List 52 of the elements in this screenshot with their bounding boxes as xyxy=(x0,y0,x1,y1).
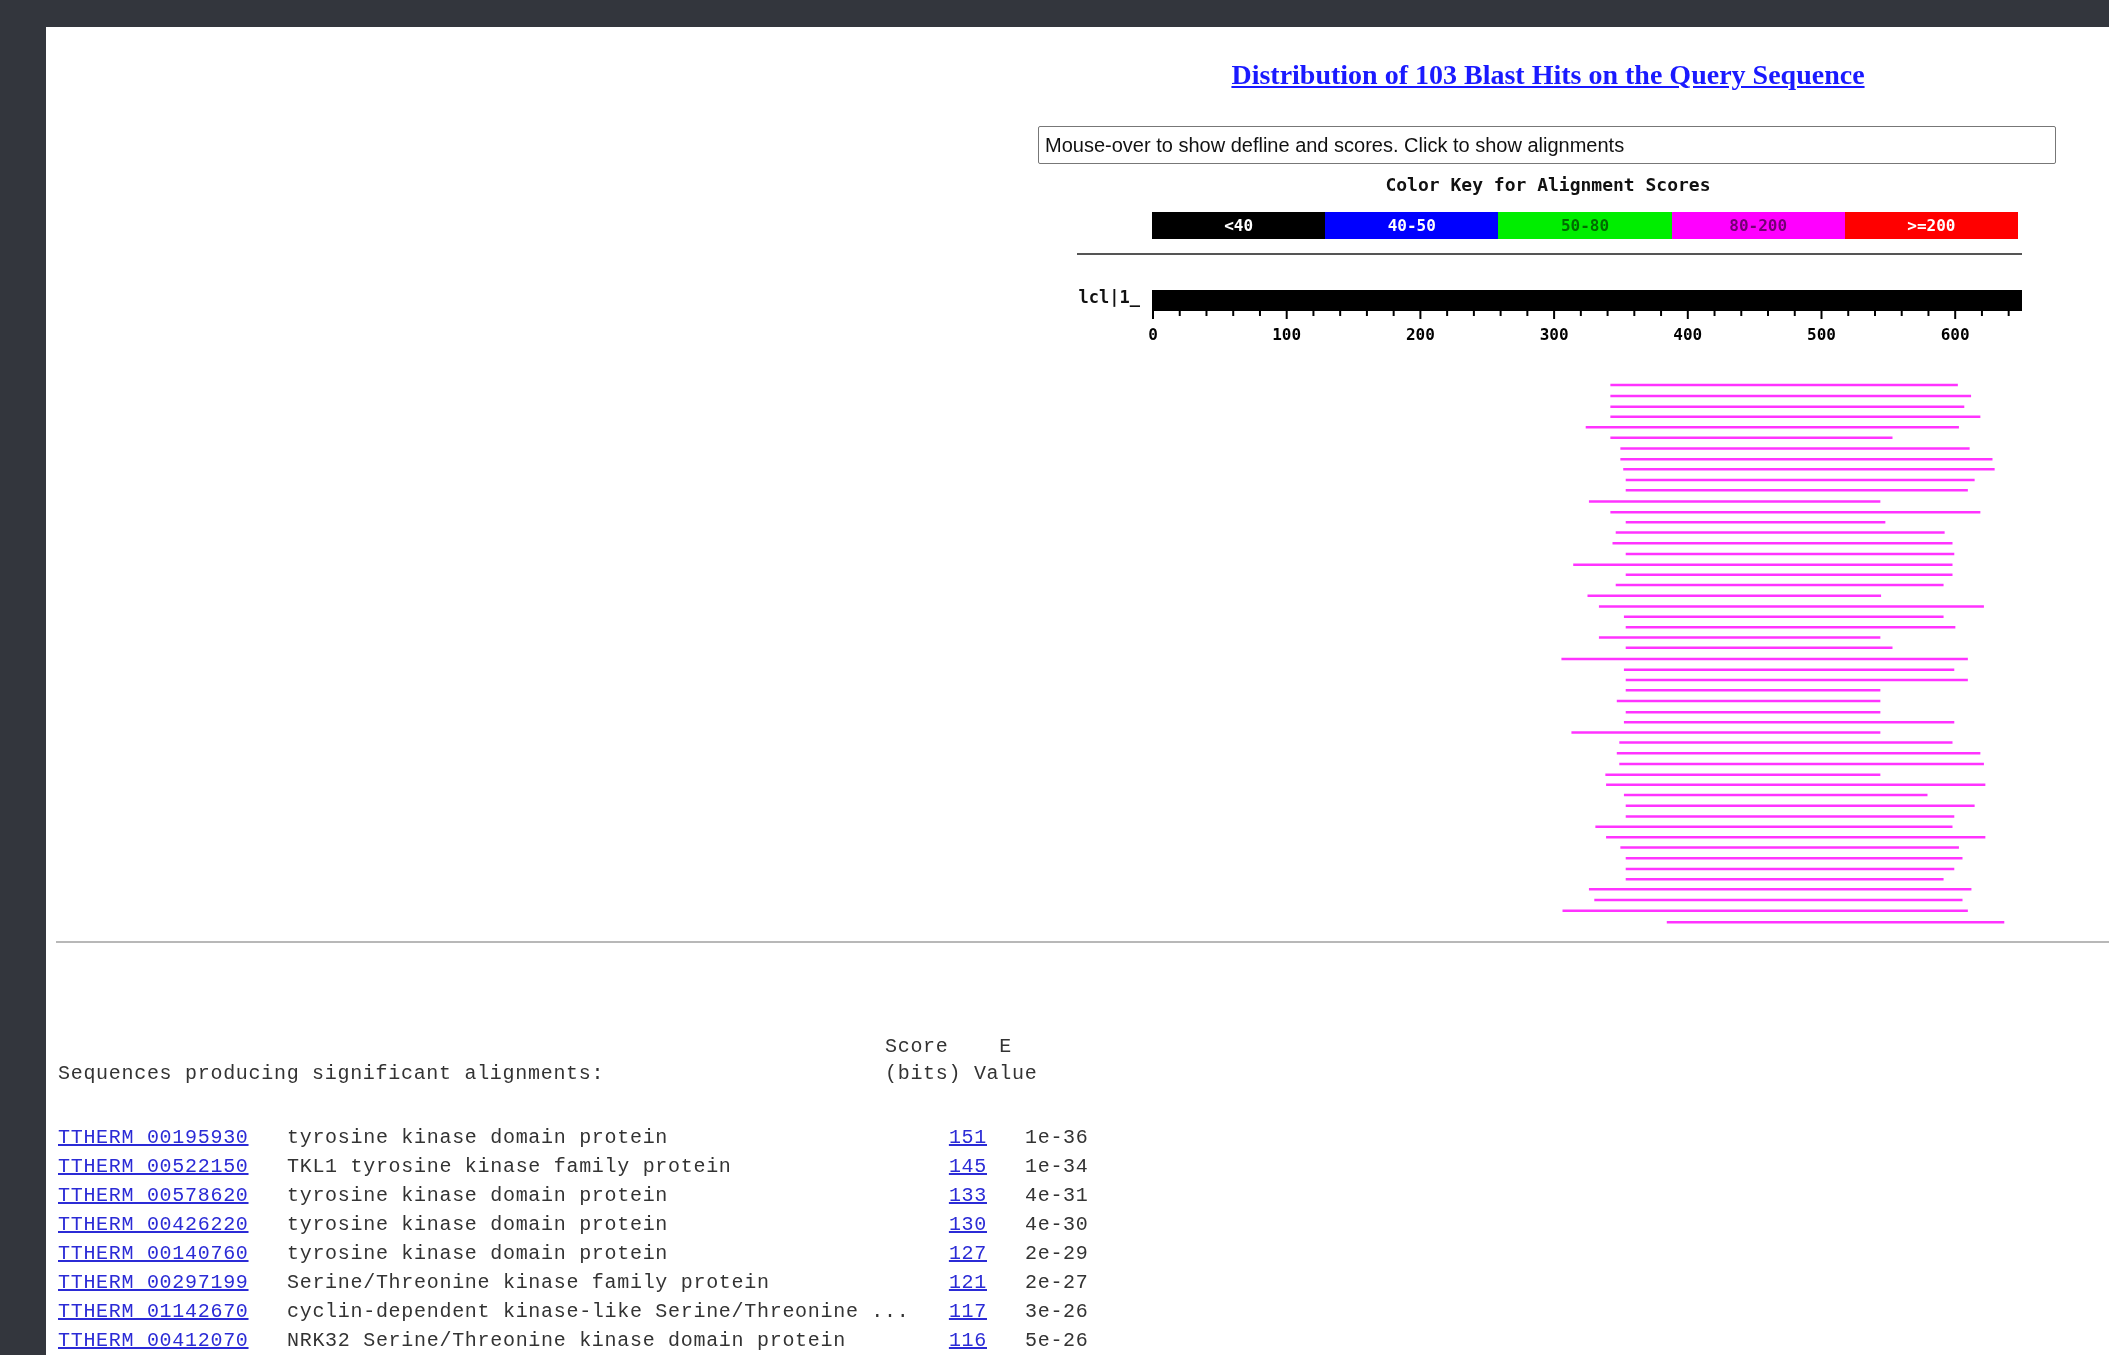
score-link[interactable]: 127 xyxy=(948,1242,987,1265)
score-link[interactable]: 130 xyxy=(948,1213,987,1236)
description-cell-text: NRK32 Serine/Threonine kinase domain protein xyxy=(287,1329,847,1352)
description-cell-text: tyrosine kinase domain protein xyxy=(287,1184,670,1207)
color-key-segment: <40 xyxy=(1152,212,1326,239)
score-link[interactable]: 133 xyxy=(948,1184,987,1207)
score-link[interactable]: 116 xyxy=(948,1329,987,1352)
sequence-id-link[interactable]: TTHERM_00578620 xyxy=(58,1184,287,1207)
score-link[interactable]: 151 xyxy=(948,1126,987,1149)
column-header: (bits) Value xyxy=(885,1062,1039,1085)
sequence-id-link[interactable]: TTHERM_00195930 xyxy=(58,1126,287,1149)
axis-label: 300 xyxy=(1539,325,1569,344)
sequence-id-link[interactable]: TTHERM_00412070 xyxy=(58,1329,287,1352)
description-cell-text: tyrosine kinase domain protein xyxy=(287,1126,670,1149)
evalue-cell-text: 4e-30 xyxy=(1024,1213,1090,1236)
color-key-segment: 40-50 xyxy=(1325,212,1499,239)
evalue-cell-text: 4e-31 xyxy=(1024,1184,1090,1207)
axis-label: 500 xyxy=(1807,325,1836,344)
defline-field[interactable]: Mouse-over to show defline and scores. Click to show alignments xyxy=(1038,126,2056,164)
description-cell: cyclin-dependent kinase-like Serine/Threonine ... xyxy=(287,1300,907,1323)
chart-title-link[interactable]: Distribution of 103 Blast Hits on the Query Sequence xyxy=(1231,59,1865,91)
color-key-segment: >=200 xyxy=(1844,212,2018,239)
sequence-id-link[interactable]: TTHERM_00297199 xyxy=(58,1271,287,1294)
sequence-id-link[interactable]: TTHERM_00426220 xyxy=(58,1213,287,1236)
column-header: Score E xyxy=(885,1035,1014,1058)
sequence-id-link[interactable]: TTHERM_00140760 xyxy=(58,1242,287,1265)
sequence-id-link[interactable]: TTHERM_00522150 xyxy=(58,1155,287,1178)
evalue-cell-text: 1e-36 xyxy=(1024,1126,1090,1149)
score-link[interactable]: 117 xyxy=(948,1300,987,1323)
axis-label: 200 xyxy=(1405,325,1435,344)
alignment-hits-drawing[interactable] xyxy=(1561,383,2005,924)
axis-label: 100 xyxy=(1272,325,1302,344)
query-label: lcl|1_ xyxy=(1077,287,1140,307)
evalue-cell-text: 1e-34 xyxy=(1024,1155,1090,1178)
table-caption: Sequences producing significant alignments: xyxy=(58,1062,606,1085)
evalue-cell-text: 2e-27 xyxy=(1024,1271,1090,1294)
evalue-cell-text: 5e-26 xyxy=(1024,1329,1090,1352)
score-link[interactable]: 145 xyxy=(948,1155,987,1178)
description-cell-text: TKL1 tyrosine kinase family protein xyxy=(287,1155,733,1178)
axis-label: 0 xyxy=(1148,325,1158,344)
description-cell-text: Serine/Threonine kinase family protein xyxy=(287,1271,771,1294)
evalue-cell-text: 3e-26 xyxy=(1024,1300,1090,1323)
evalue-cell-text: 2e-29 xyxy=(1024,1242,1090,1265)
color-key-segment: 50-80 xyxy=(1498,212,1672,239)
score-link[interactable]: 121 xyxy=(948,1271,987,1294)
description-cell-text: tyrosine kinase domain protein xyxy=(287,1242,670,1265)
color-key-segment: 80-200 xyxy=(1671,212,1845,239)
axis-label: 600 xyxy=(1940,325,1970,344)
description-cell-text: tyrosine kinase domain protein xyxy=(287,1213,670,1236)
axis-label: 400 xyxy=(1673,325,1703,344)
sequence-id-link[interactable]: TTHERM_01142670 xyxy=(58,1300,287,1323)
color-key-title: Color Key for Alignment Scores xyxy=(1385,174,1711,195)
